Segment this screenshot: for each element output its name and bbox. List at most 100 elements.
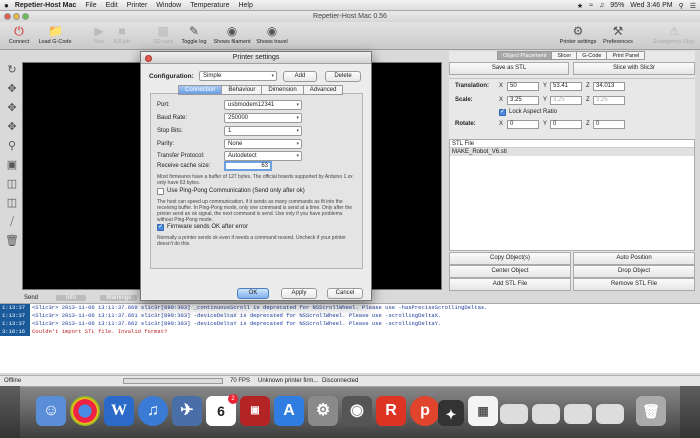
screenshot-thumbnail-icon[interactable] bbox=[596, 404, 624, 424]
receive-cache-input[interactable]: 63 bbox=[224, 161, 272, 171]
menu-help[interactable]: Help bbox=[238, 2, 252, 9]
connect-button[interactable]: ⏻ Connect bbox=[6, 24, 32, 45]
ok-button[interactable]: OK bbox=[237, 288, 269, 299]
tab-print-panel[interactable]: Print Panel bbox=[606, 51, 646, 60]
move-view-icon[interactable]: ✥ bbox=[4, 81, 20, 97]
makerbot-icon[interactable]: ✦ bbox=[438, 400, 464, 426]
auto-position-button[interactable]: Auto Position bbox=[573, 252, 695, 265]
clock[interactable]: Wed 3:46 PM bbox=[630, 2, 672, 9]
add-stl-button[interactable]: Add STL File bbox=[449, 278, 571, 291]
menu-app[interactable]: Repetier-Host Mac bbox=[15, 2, 76, 9]
port-select[interactable]: usbmodem12341 ▾ bbox=[224, 100, 302, 110]
screenshot-thumbnail-icon[interactable] bbox=[500, 404, 528, 424]
translation-z-field[interactable]: 34.013 bbox=[593, 82, 625, 91]
center-object-button[interactable]: Center Object bbox=[449, 265, 571, 278]
move-object-icon[interactable]: ✥ bbox=[4, 100, 20, 116]
tab-info[interactable]: Info bbox=[56, 295, 87, 301]
side-view-icon[interactable]: ◫ bbox=[4, 195, 20, 211]
translation-x-field[interactable]: 50 bbox=[507, 82, 539, 91]
tab-dimension[interactable]: Dimension bbox=[261, 85, 304, 95]
word-icon[interactable]: W bbox=[104, 396, 134, 426]
configuration-select[interactable]: Simple ▾ bbox=[199, 71, 277, 81]
drop-object-button[interactable]: Drop Object bbox=[573, 265, 695, 278]
lock-aspect-checkbox[interactable]: ✓ bbox=[499, 109, 506, 116]
battery-percent[interactable]: 95% bbox=[610, 2, 624, 9]
translation-y-field[interactable]: 53.41 bbox=[550, 82, 582, 91]
scale-y-field[interactable]: 3.25 bbox=[550, 96, 582, 105]
firmware-error-checkbox[interactable]: ✓ bbox=[157, 224, 164, 231]
close-dialog-icon[interactable] bbox=[145, 55, 152, 62]
menu-file[interactable]: File bbox=[85, 2, 96, 9]
mail-icon[interactable]: ✈ bbox=[172, 396, 202, 426]
wifi-icon[interactable]: ≈ bbox=[589, 2, 593, 9]
itunes-icon[interactable]: ♫ bbox=[138, 396, 168, 426]
trash-icon[interactable]: 🗑 bbox=[636, 396, 666, 426]
slice-button[interactable]: Slice with Slic3r bbox=[573, 62, 695, 75]
parity-select[interactable]: None ▾ bbox=[224, 139, 302, 149]
sd-card-button[interactable]: ▩ SD card bbox=[150, 24, 176, 45]
tab-send[interactable]: Send bbox=[24, 295, 38, 301]
zoom-window-icon[interactable] bbox=[22, 13, 29, 20]
tab-behaviour[interactable]: Behaviour bbox=[221, 85, 263, 95]
finder-icon[interactable]: ☺ bbox=[36, 396, 66, 426]
kill-job-button[interactable]: ■ Kill job bbox=[110, 24, 134, 45]
apple-menu-icon[interactable]: ● bbox=[4, 1, 9, 10]
cancel-button[interactable]: Cancel bbox=[327, 288, 363, 299]
stl-file-list[interactable]: STL File MAKE_Robot_V6.stl bbox=[449, 139, 695, 251]
emergency-stop-button[interactable]: ⚠ Emergency Stop bbox=[652, 24, 696, 45]
ping-pong-checkbox[interactable] bbox=[157, 188, 164, 195]
save-as-stl-button[interactable]: Save as STL bbox=[449, 62, 569, 75]
shows-filament-button[interactable]: ◉ Shows filament bbox=[212, 24, 252, 45]
list-item[interactable]: MAKE_Robot_V6.stl bbox=[450, 148, 694, 156]
trash-icon[interactable]: 🗑 bbox=[4, 233, 20, 249]
zoom-icon[interactable]: ⚲ bbox=[4, 138, 20, 154]
pinterest-icon[interactable]: p bbox=[410, 396, 440, 426]
scale-z-field[interactable]: 3.25 bbox=[593, 96, 625, 105]
move-z-icon[interactable]: ✥ bbox=[4, 119, 20, 135]
scale-x-field[interactable]: 3.25 bbox=[507, 96, 539, 105]
tab-gcode[interactable]: G-Code bbox=[576, 51, 608, 60]
tab-object-placement[interactable]: Object Placement bbox=[497, 51, 553, 60]
baud-rate-select[interactable]: 250000 ▾ bbox=[224, 113, 302, 123]
tab-connection[interactable]: Connection bbox=[178, 85, 223, 95]
tab-advanced[interactable]: Advanced bbox=[302, 85, 344, 95]
screenshot-thumbnail-icon[interactable] bbox=[532, 404, 560, 424]
load-gcode-button[interactable]: 📁 Load G-Code bbox=[36, 24, 74, 45]
delete-config-button[interactable]: Delete bbox=[325, 71, 361, 82]
close-window-icon[interactable] bbox=[4, 13, 11, 20]
shows-travel-button[interactable]: ◉ Shows travel bbox=[254, 24, 290, 45]
add-config-button[interactable]: Add bbox=[283, 71, 317, 82]
menu-window[interactable]: Window bbox=[156, 2, 181, 9]
tab-slicer[interactable]: Slicer bbox=[551, 51, 578, 60]
rotate-z-field[interactable]: 0 bbox=[593, 120, 625, 129]
rotate-view-icon[interactable]: ↻ bbox=[4, 62, 20, 78]
tab-warnings[interactable]: Warnings bbox=[100, 295, 138, 301]
volume-icon[interactable]: ♫ bbox=[599, 2, 604, 9]
toggle-log-button[interactable]: ✎ Toggle log bbox=[178, 24, 210, 45]
rotate-x-field[interactable]: 0 bbox=[507, 120, 539, 129]
transfer-protocol-select[interactable]: Autodetect ▾ bbox=[224, 151, 302, 161]
notification-center-icon[interactable]: ☰ bbox=[690, 2, 696, 10]
copy-objects-button[interactable]: Copy Object(s) bbox=[449, 252, 571, 265]
stop-bits-select[interactable]: 1 ▾ bbox=[224, 126, 302, 136]
printer-settings-button[interactable]: ⚙ Printer settings bbox=[556, 24, 600, 45]
rotate-y-field[interactable]: 0 bbox=[550, 120, 582, 129]
app-store-icon[interactable]: A bbox=[274, 396, 304, 426]
front-view-icon[interactable]: ▣ bbox=[4, 157, 20, 173]
bluetooth-icon[interactable]: ★ bbox=[577, 2, 583, 10]
spotlight-icon[interactable]: ⚲ bbox=[679, 2, 684, 10]
apply-button[interactable]: Apply bbox=[281, 288, 317, 299]
top-view-icon[interactable]: ◫ bbox=[4, 176, 20, 192]
parallel-view-icon[interactable]: ⧸ bbox=[4, 214, 20, 230]
remove-stl-button[interactable]: Remove STL File bbox=[573, 278, 695, 291]
photobooth-icon[interactable]: ▣ bbox=[240, 396, 270, 426]
menu-temperature[interactable]: Temperature bbox=[190, 2, 229, 9]
document-icon[interactable]: ▦ bbox=[468, 396, 498, 426]
system-preferences-icon[interactable]: ⚙ bbox=[308, 396, 338, 426]
minimize-window-icon[interactable] bbox=[13, 13, 20, 20]
menu-edit[interactable]: Edit bbox=[106, 2, 118, 9]
repetier-host-icon[interactable]: R bbox=[376, 396, 406, 426]
log-area[interactable]: 1:13:37 <Slic3r> 2013-11-06 13:11:37.660 … bbox=[0, 303, 700, 373]
preferences-button[interactable]: ⚒ Preferences bbox=[600, 24, 636, 45]
screenshot-thumbnail-icon[interactable] bbox=[564, 404, 592, 424]
